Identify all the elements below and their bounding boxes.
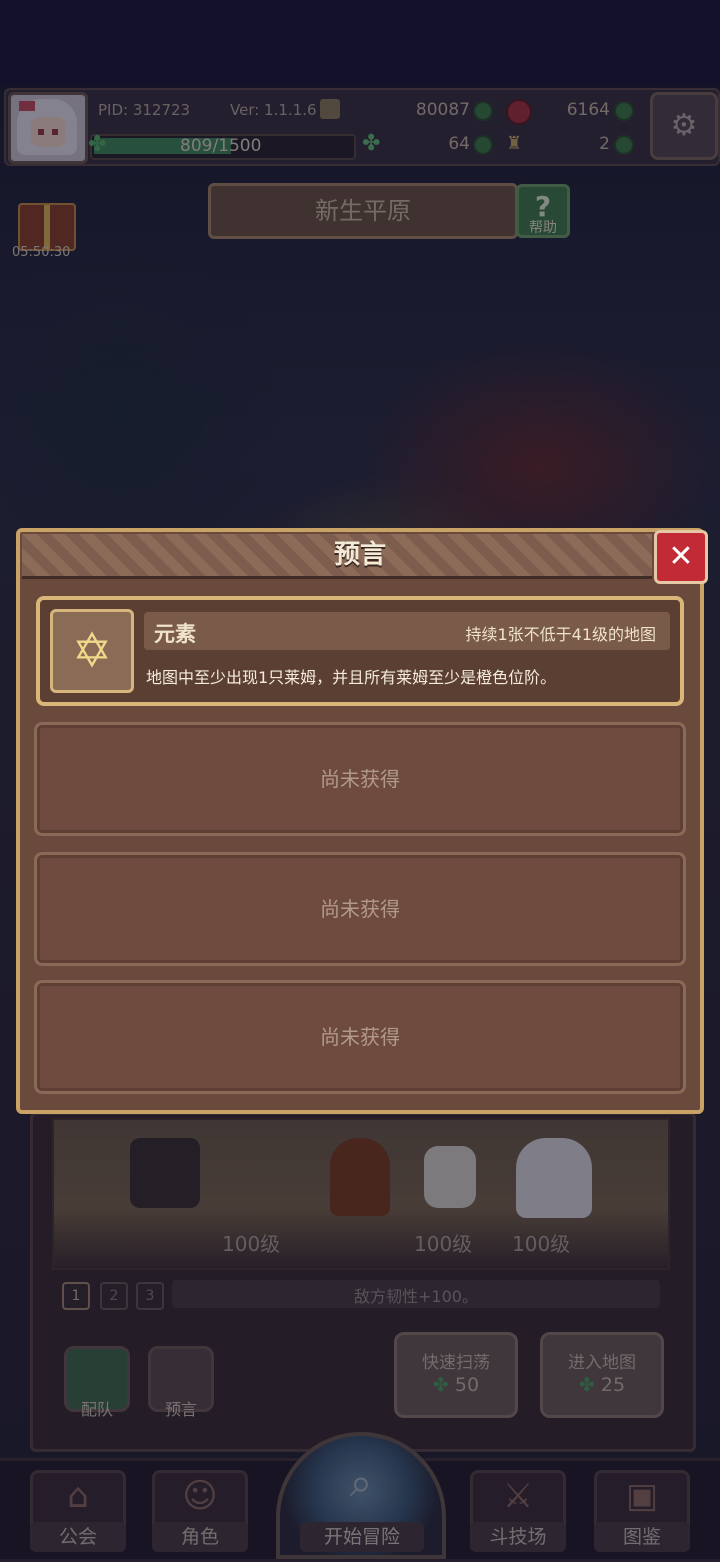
prophecy-slot-2: 尚未获得 <box>34 722 686 836</box>
prophecy-slot-4: 尚未获得 <box>34 980 686 1094</box>
prophecy-name: 元素 <box>154 622 196 646</box>
empty-slot-label: 尚未获得 <box>320 767 400 791</box>
status-area <box>0 0 720 86</box>
empty-slot-label: 尚未获得 <box>320 1025 400 1049</box>
prophecy-slot-3: 尚未获得 <box>34 852 686 966</box>
empty-slot-label: 尚未获得 <box>320 897 400 921</box>
prophecy-icon-frame: ✡ <box>50 609 134 693</box>
dialog-title: 预言 <box>333 540 386 570</box>
hexagram-icon: ✡ <box>71 623 113 679</box>
close-button[interactable]: ✕ <box>654 530 708 584</box>
prophecy-condition: 持续1张不低于41级的地图 <box>465 625 656 644</box>
close-icon: ✕ <box>668 539 694 574</box>
prophecy-description: 地图中至少出现1只莱姆，并且所有莱姆至少是橙色位阶。 <box>146 668 557 687</box>
